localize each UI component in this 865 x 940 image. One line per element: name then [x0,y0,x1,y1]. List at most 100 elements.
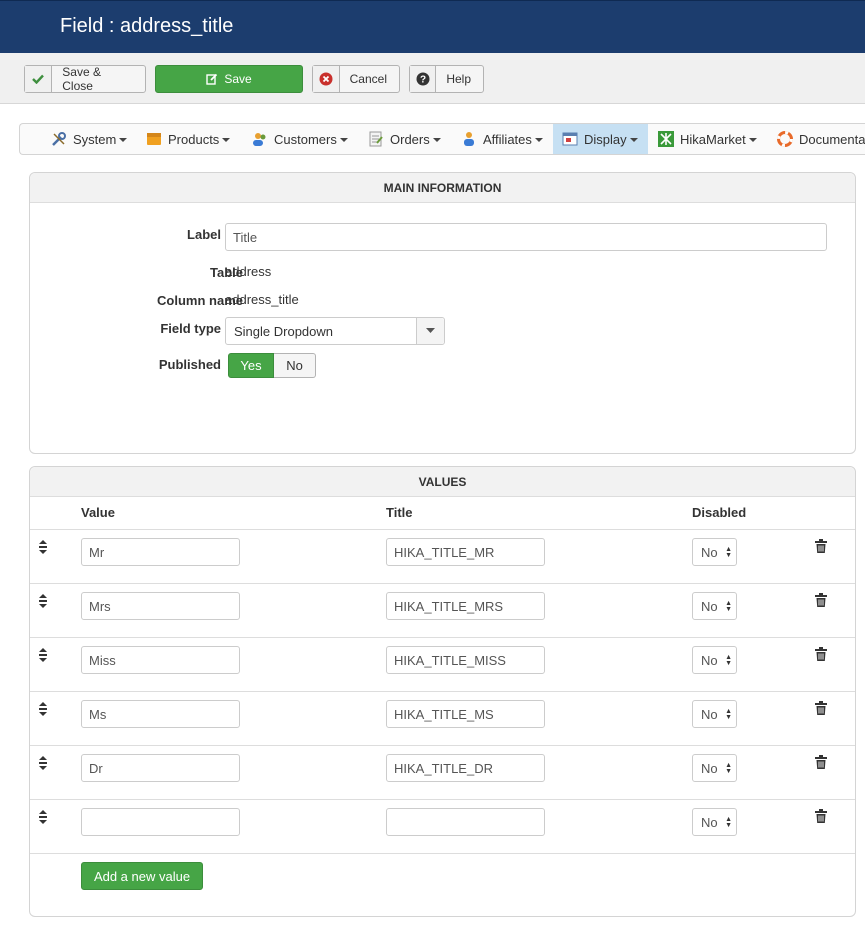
cancel-button[interactable]: Cancel [312,65,400,93]
menu-customers[interactable]: Customers [252,124,348,154]
values-panel: VALUES Value Title Disabled Mr HIKA_TITL… [29,466,856,917]
disabled-select-value: No [701,814,718,830]
table-field-label: Table [210,265,243,280]
title-input[interactable]: HIKA_TITLE_MR [386,538,545,566]
title-input[interactable]: HIKA_TITLE_MRS [386,592,545,620]
disabled-select[interactable]: No ▲ ▼ [692,808,737,836]
menu-system-label: System [73,131,117,147]
drag-handle-icon[interactable] [38,702,48,719]
add-value-row: Add a new value [30,853,855,916]
field-type-label: Field type [160,321,221,336]
value-input[interactable]: Mrs [81,592,240,620]
title-input-text: HIKA_TITLE_MISS [394,652,506,668]
chevron-down-icon [339,138,348,142]
title-input[interactable]: HIKA_TITLE_MISS [386,646,545,674]
affiliates-icon [461,131,477,147]
disabled-select[interactable]: No ▲ ▼ [692,754,737,782]
orders-icon [368,131,384,147]
help-label: Help [446,72,471,86]
value-input-text: Miss [89,652,116,668]
title-input-text: HIKA_TITLE_MS [394,706,494,722]
value-input-text: Ms [89,706,107,722]
disabled-select-value: No [701,760,718,776]
drag-handle-icon[interactable] [38,540,48,557]
value-input[interactable]: Ms [81,700,240,728]
trash-icon[interactable] [815,809,827,826]
table-row: No ▲ ▼ [30,799,855,853]
published-label: Published [158,357,221,372]
main-menu-bar: System Products Customers Orders Affilia… [19,123,865,155]
checkmark-icon [25,66,53,92]
published-yes-button[interactable]: Yes [228,353,274,378]
menu-products-label: Products [168,131,220,147]
menu-display[interactable]: Display [553,124,648,154]
column-name-label: Column name [157,293,243,308]
disabled-select-value: No [701,544,718,560]
table-value: address [225,264,272,279]
menu-orders-label: Orders [390,131,430,147]
title-input[interactable] [386,808,545,836]
trash-icon[interactable] [815,755,827,772]
table-row: Miss HIKA_TITLE_MISS No ▲ ▼ [30,637,855,691]
save-close-button[interactable]: Save & Close [24,65,146,93]
trash-icon[interactable] [815,593,827,610]
chevron-down-icon [222,138,231,142]
title-input-text: HIKA_TITLE_DR [394,760,493,776]
label-input-value: Title [233,229,258,245]
trash-icon[interactable] [815,701,827,718]
menu-orders[interactable]: Orders [368,124,441,154]
trash-icon[interactable] [815,539,827,556]
select-arrows-icon: ▲ ▼ [725,708,732,721]
value-input[interactable]: Miss [81,646,240,674]
menu-system[interactable]: System [51,124,128,154]
value-input-text: Mrs [89,598,111,614]
published-no-button[interactable]: No [274,353,316,378]
menu-customers-label: Customers [274,131,337,147]
title-input[interactable]: HIKA_TITLE_MS [386,700,545,728]
disabled-select[interactable]: No ▲ ▼ [692,700,737,728]
drag-handle-icon[interactable] [38,810,48,827]
published-toggle: Yes No [228,353,316,378]
select-arrows-icon: ▲ ▼ [725,762,732,775]
values-title: VALUES [30,467,855,497]
question-icon: ? [410,66,437,92]
menu-documentation-label: Documenta [799,131,865,147]
value-input[interactable]: Dr [81,754,240,782]
disabled-select[interactable]: No ▲ ▼ [692,538,737,566]
select-arrows-icon: ▲ ▼ [725,546,732,559]
title-input[interactable]: HIKA_TITLE_DR [386,754,545,782]
menu-affiliates[interactable]: Affiliates [461,124,543,154]
help-button[interactable]: ? Help [409,65,484,93]
value-input-text: Mr [89,544,105,560]
toolbar: Save & Close Save Cancel ? Help [0,53,865,104]
select-arrows-icon: ▲ ▼ [725,816,732,829]
table-row: Mrs HIKA_TITLE_MRS No ▲ ▼ [30,583,855,637]
trash-icon[interactable] [815,647,827,664]
menu-display-label: Display [584,131,627,147]
page-title: Field : address_title [60,15,234,37]
drag-handle-icon[interactable] [38,756,48,773]
menu-hikamarket[interactable]: HikaMarket [658,124,757,154]
drag-handle-icon[interactable] [38,648,48,665]
menu-products[interactable]: Products [146,124,231,154]
select-arrows-icon: ▲ ▼ [725,654,732,667]
disabled-select[interactable]: No ▲ ▼ [692,646,737,674]
chevron-down-icon [629,138,638,142]
main-information-panel: MAIN INFORMATION Label Title Table addre… [29,172,856,454]
chevron-down-icon [534,138,543,142]
field-type-select[interactable]: Single Dropdown [225,317,445,345]
table-row: Dr HIKA_TITLE_DR No ▲ ▼ [30,745,855,799]
value-input[interactable]: Mr [81,538,240,566]
label-input[interactable]: Title [225,223,827,251]
drag-handle-icon[interactable] [38,594,48,611]
disabled-select[interactable]: No ▲ ▼ [692,592,737,620]
cancel-label: Cancel [349,72,387,86]
cancel-icon [313,66,340,92]
save-button[interactable]: Save [155,65,303,93]
chevron-down-icon [416,318,444,344]
value-input[interactable] [81,808,240,836]
add-new-value-button[interactable]: Add a new value [81,862,203,890]
wrench-icon [51,131,67,147]
disabled-select-value: No [701,706,718,722]
menu-documentation[interactable]: Documenta [777,124,865,154]
